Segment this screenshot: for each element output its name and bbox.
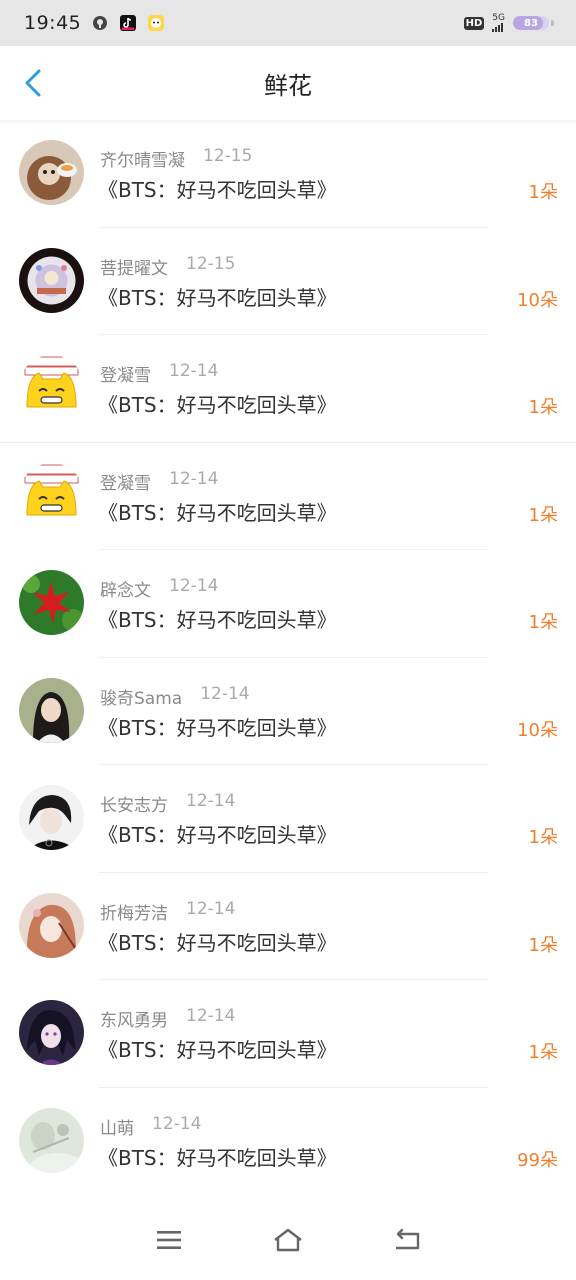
system-navbar <box>0 1200 576 1280</box>
battery-icon: 83 <box>513 16 549 30</box>
book-title[interactable]: 《BTS：好马不吃回头草》 <box>98 712 337 741</box>
user-name[interactable]: 登凝雪 <box>100 469 151 494</box>
user-name[interactable]: 骏奇Sama <box>100 684 182 709</box>
book-title[interactable]: 《BTS：好马不吃回头草》 <box>98 819 337 848</box>
list-item[interactable]: 辟念文 12-14 《BTS：好马不吃回头草》 1朵 <box>0 550 576 658</box>
header: 鲜花 <box>0 46 576 120</box>
avatar[interactable] <box>19 355 84 420</box>
network-type: 5G <box>492 13 505 23</box>
list-item[interactable]: 折梅芳洁 12-14 《BTS：好马不吃回头草》 1朵 <box>0 873 576 980</box>
date: 12-15 <box>203 146 253 166</box>
flower-count: 1朵 <box>528 182 558 203</box>
list-item[interactable]: 菩提曜文 12-15 《BTS：好马不吃回头草》 10朵 <box>0 228 576 335</box>
flower-count: 1朵 <box>528 612 558 633</box>
date: 12-14 <box>169 576 219 596</box>
book-title[interactable]: 《BTS：好马不吃回头草》 <box>98 389 337 418</box>
date: 12-14 <box>152 1113 202 1134</box>
back-button[interactable] <box>18 68 48 98</box>
back-icon <box>395 1228 419 1250</box>
status-bar: 19:45 HD 5G 83 <box>0 0 576 46</box>
user-name[interactable]: 东风勇男 <box>100 1006 168 1031</box>
list-item[interactable]: 登凝雪 12-14 《BTS：好马不吃回头草》 1朵 <box>0 335 576 443</box>
user-name[interactable]: 菩提曜文 <box>100 254 168 279</box>
flower-list: 齐尔晴雪凝 12-15 《BTS：好马不吃回头草》 1朵 菩提曜文 12-15 《B… <box>0 120 576 1195</box>
list-item[interactable]: 山萌 12-14 《BTS：好马不吃回头草》 99朵 <box>0 1088 576 1196</box>
flower-count: 1朵 <box>528 827 558 848</box>
date: 12-14 <box>186 1006 236 1026</box>
avatar[interactable] <box>19 677 84 743</box>
user-name[interactable]: 长安志方 <box>100 791 168 816</box>
user-name[interactable]: 登凝雪 <box>100 361 151 386</box>
date: 12-14 <box>186 898 236 919</box>
list-item[interactable]: 东风勇男 12-14 《BTS：好马不吃回头草》 1朵 <box>0 980 576 1088</box>
signal-icon: 5G <box>492 14 505 32</box>
book-title[interactable]: 《BTS：好马不吃回头草》 <box>98 497 337 526</box>
user-name[interactable]: 折梅芳洁 <box>100 899 168 924</box>
flower-count: 99朵 <box>517 1149 558 1171</box>
list-item[interactable]: 齐尔晴雪凝 12-15 《BTS：好马不吃回头草》 1朵 <box>0 120 576 228</box>
book-title[interactable]: 《BTS：好马不吃回头草》 <box>98 604 337 633</box>
list-item[interactable]: 登凝雪 12-14 《BTS：好马不吃回头草》 1朵 <box>0 443 576 550</box>
tiktok-icon <box>119 14 137 32</box>
user-name[interactable]: 齐尔晴雪凝 <box>100 146 185 171</box>
avatar[interactable] <box>19 462 84 528</box>
app-mascot-icon <box>147 14 165 32</box>
status-time: 19:45 <box>24 12 82 34</box>
avatar[interactable] <box>19 785 84 850</box>
book-title[interactable]: 《BTS：好马不吃回头草》 <box>98 174 337 203</box>
home-button[interactable] <box>268 1220 308 1260</box>
avatar[interactable] <box>19 1000 84 1065</box>
app-notification-icon <box>91 14 109 32</box>
system-back-button[interactable] <box>387 1220 427 1260</box>
book-title[interactable]: 《BTS：好马不吃回头草》 <box>98 282 337 311</box>
flower-count: 10朵 <box>517 289 558 311</box>
list-item[interactable]: 骏奇Sama 12-14 《BTS：好马不吃回头草》 10朵 <box>0 658 576 765</box>
book-title[interactable]: 《BTS：好马不吃回头草》 <box>98 927 337 956</box>
chevron-left-icon <box>25 69 41 97</box>
flower-count: 1朵 <box>528 397 558 418</box>
avatar[interactable] <box>19 140 84 205</box>
flower-count: 1朵 <box>528 504 558 526</box>
home-icon <box>274 1228 302 1252</box>
list-item[interactable]: 长安志方 12-14 《BTS：好马不吃回头草》 1朵 <box>0 765 576 873</box>
date: 12-15 <box>186 253 236 274</box>
avatar[interactable] <box>19 570 84 635</box>
date: 12-14 <box>169 468 219 489</box>
date: 12-14 <box>186 791 236 811</box>
avatar[interactable] <box>19 1107 84 1173</box>
battery-level: 83 <box>524 17 538 29</box>
flower-count: 10朵 <box>517 719 558 741</box>
menu-icon <box>157 1231 182 1249</box>
avatar[interactable] <box>19 892 84 958</box>
menu-button[interactable] <box>149 1220 189 1260</box>
flower-count: 1朵 <box>528 1042 558 1063</box>
hd-indicator: HD <box>463 16 485 30</box>
date: 12-14 <box>169 361 219 381</box>
avatar[interactable] <box>19 247 84 313</box>
book-title[interactable]: 《BTS：好马不吃回头草》 <box>98 1034 337 1063</box>
flower-count: 1朵 <box>528 934 558 956</box>
book-title[interactable]: 《BTS：好马不吃回头草》 <box>98 1142 337 1171</box>
page-title: 鲜花 <box>264 71 312 100</box>
user-name[interactable]: 辟念文 <box>100 576 151 601</box>
date: 12-14 <box>200 683 250 704</box>
user-name[interactable]: 山萌 <box>100 1114 134 1139</box>
